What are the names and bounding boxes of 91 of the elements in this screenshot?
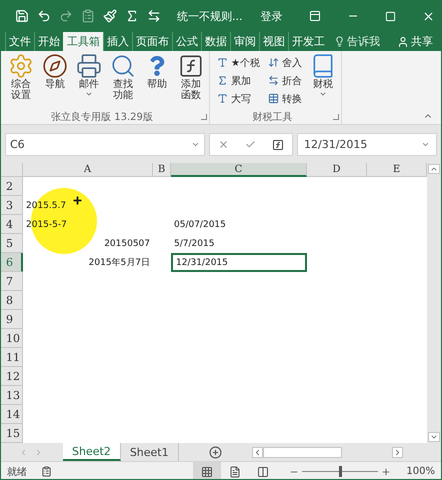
table-cell[interactable]: 20150507 xyxy=(23,234,153,253)
ribbon-button[interactable]: 财税 xyxy=(306,53,339,109)
row-header[interactable]: 13 xyxy=(1,386,23,405)
row-header[interactable]: 8 xyxy=(1,291,23,310)
column-header[interactable]: C xyxy=(171,163,307,177)
ribbon-button[interactable]: 综合设置 xyxy=(5,53,37,109)
caret-icon xyxy=(318,90,327,98)
row-header[interactable]: 5 xyxy=(1,234,23,253)
caret-icon[interactable] xyxy=(421,140,430,149)
status-text: 就绪 xyxy=(7,466,27,478)
row-header[interactable]: 2 xyxy=(1,177,23,196)
maximize-icon[interactable] xyxy=(384,10,396,22)
scroll-right-button[interactable] xyxy=(392,446,403,458)
zoom-level: 100% xyxy=(406,466,435,477)
undo-icon[interactable] xyxy=(37,9,51,23)
ribbon-button[interactable]: 帮助 xyxy=(141,53,173,109)
enter-icon[interactable] xyxy=(245,139,256,150)
gear-icon xyxy=(8,53,34,79)
share-button[interactable]: 共享 xyxy=(411,32,433,51)
ribbon-button[interactable]: 转换 xyxy=(264,90,305,107)
row-header[interactable]: 4 xyxy=(1,215,23,234)
ribbon-display-icon[interactable] xyxy=(308,10,320,22)
row-header[interactable]: 12 xyxy=(1,367,23,386)
sigma-icon[interactable] xyxy=(125,9,139,23)
table-cell[interactable]: 05/07/2015 xyxy=(171,215,307,234)
ribbon-button[interactable]: 折合 xyxy=(264,72,305,89)
group-label: 张立良专用版 13.29版 xyxy=(50,110,154,124)
active-cell[interactable]: 12/31/2015 xyxy=(171,253,307,272)
zoom-in-icon[interactable] xyxy=(381,466,392,476)
arrows-icon[interactable] xyxy=(147,9,161,23)
arrows-icon xyxy=(268,57,279,68)
letter-icon xyxy=(217,93,228,104)
dialog-launcher-icon[interactable] xyxy=(332,114,339,120)
ribbon-button[interactable]: 舍入 xyxy=(264,54,305,71)
printer-icon xyxy=(76,53,102,79)
user-icon xyxy=(397,36,409,48)
column-header[interactable]: A xyxy=(23,163,153,177)
window-title: 统一不规则... xyxy=(177,8,242,24)
add-sheet-icon[interactable] xyxy=(208,446,222,458)
row-header[interactable]: 14 xyxy=(1,405,23,424)
search-icon xyxy=(110,53,136,79)
row-header[interactable]: 7 xyxy=(1,272,23,291)
table-icon xyxy=(268,93,279,104)
ribbon-button[interactable]: 邮件 xyxy=(73,53,105,109)
sigma-icon xyxy=(217,75,228,86)
insert-function-icon[interactable] xyxy=(272,138,284,150)
ribbon-button[interactable]: 查找功能 xyxy=(107,53,139,109)
row-header[interactable]: 15 xyxy=(1,424,23,443)
sheet-tab[interactable]: Sheet2 xyxy=(63,443,121,461)
dialog-launcher-icon[interactable] xyxy=(201,114,207,120)
row-header[interactable]: 11 xyxy=(1,348,23,367)
caret-icon[interactable] xyxy=(191,140,200,149)
caret-icon xyxy=(85,90,93,98)
letter-icon xyxy=(217,57,228,68)
table-cell[interactable]: 5/7/2015 xyxy=(171,234,307,253)
ribbon-button[interactable]: 添加函数 xyxy=(175,53,207,109)
ribbon-tab[interactable]: 工具箱 xyxy=(63,32,103,51)
ribbon-button[interactable]: 导航 xyxy=(39,53,71,109)
cancel-icon[interactable] xyxy=(218,139,229,150)
row-header[interactable]: 6 xyxy=(1,253,23,272)
brush-icon[interactable] xyxy=(103,9,117,23)
table-cell[interactable]: 2015年5月7日 xyxy=(23,253,153,272)
ribbon-button[interactable]: ★个税 xyxy=(214,54,263,71)
column-header[interactable]: D xyxy=(307,163,367,177)
row-header[interactable]: 3 xyxy=(1,196,23,215)
scroll-left-button[interactable] xyxy=(252,446,263,458)
ribbon-button[interactable]: 累加 xyxy=(214,72,263,89)
grid-icon xyxy=(201,466,214,478)
formula-field[interactable]: 12/31/2015 xyxy=(297,133,437,156)
zoom-thumb[interactable] xyxy=(339,466,342,477)
arrows-icon xyxy=(268,75,279,86)
columns-icon xyxy=(257,466,270,478)
column-header[interactable]: B xyxy=(153,163,171,177)
row-header[interactable]: 10 xyxy=(1,329,23,348)
function-icon xyxy=(178,53,204,79)
row-header[interactable]: 9 xyxy=(1,310,23,329)
cursor-icon xyxy=(72,195,83,206)
tell-me-field[interactable]: 告诉我 xyxy=(347,32,380,51)
lightbulb-icon xyxy=(334,36,345,47)
name-box[interactable]: C6 xyxy=(5,133,205,156)
group-label: 财税工具 xyxy=(251,110,294,124)
save-icon[interactable] xyxy=(15,9,29,23)
view-button[interactable] xyxy=(193,462,222,479)
close-icon[interactable] xyxy=(422,10,434,22)
sign-in-link[interactable]: 登录 xyxy=(260,8,282,24)
horizontal-scrollbar[interactable] xyxy=(262,446,342,458)
page-icon xyxy=(229,466,242,478)
ribbon-button[interactable]: 大写 xyxy=(214,90,263,107)
help-icon xyxy=(147,56,167,76)
column-header[interactable]: E xyxy=(367,163,427,177)
macro-icon[interactable] xyxy=(41,466,52,477)
